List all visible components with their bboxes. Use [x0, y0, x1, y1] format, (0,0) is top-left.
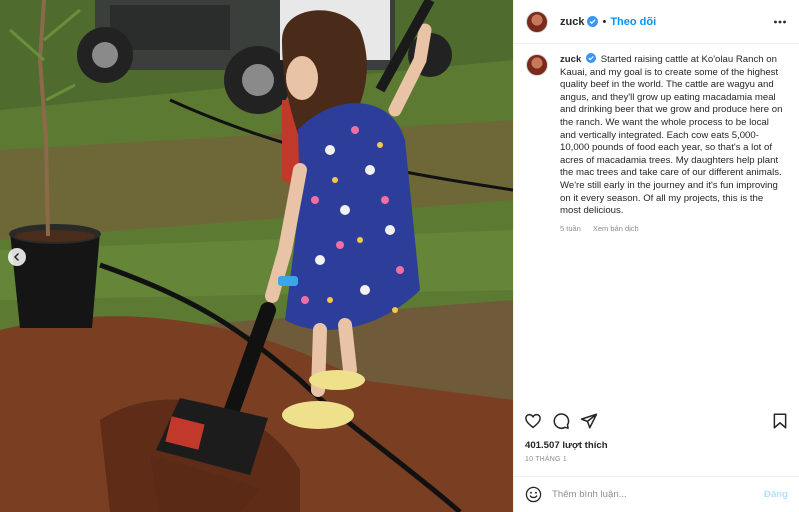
- verified-badge-icon: [586, 53, 597, 63]
- post-header: zuck • Theo dõi: [514, 0, 799, 44]
- post-photo[interactable]: [0, 0, 513, 512]
- previous-photo-button[interactable]: [8, 248, 26, 266]
- heart-icon[interactable]: [524, 412, 542, 430]
- bookmark-icon[interactable]: [771, 412, 789, 430]
- author-username[interactable]: zuck: [560, 16, 584, 28]
- author-avatar[interactable]: [526, 10, 548, 33]
- action-bar: [514, 404, 799, 438]
- post-date[interactable]: 10 THÁNG 1: [525, 456, 567, 463]
- chevron-left-icon: [13, 252, 20, 262]
- caption-text: Started raising cattle at Ko'olau Ranch …: [560, 54, 783, 217]
- like-count[interactable]: 401.507 lượt thích: [525, 440, 608, 451]
- caption-meta: 5 tuần Xem bản dịch: [560, 223, 785, 236]
- comment-icon[interactable]: [552, 412, 570, 430]
- post-age[interactable]: 5 tuần: [560, 223, 581, 236]
- caption-avatar[interactable]: [526, 54, 548, 76]
- photo-illustration: [0, 0, 513, 512]
- post-caption: zuck Started raising cattle at Ko'olau R…: [526, 53, 785, 235]
- translate-link[interactable]: Xem bản dịch: [593, 223, 639, 236]
- caption-body: zuck Started raising cattle at Ko'olau R…: [560, 53, 785, 235]
- caption-username[interactable]: zuck: [560, 54, 581, 65]
- post-comment-button[interactable]: Đăng: [764, 489, 788, 500]
- separator-dot: •: [602, 15, 607, 28]
- instagram-post-modal: zuck • Theo dõi zuck Started raising cat…: [0, 0, 799, 512]
- follow-button[interactable]: Theo dõi: [610, 16, 656, 28]
- verified-badge-icon: [587, 16, 599, 27]
- comment-bar: Đăng: [514, 476, 799, 512]
- more-options-icon[interactable]: [773, 15, 787, 29]
- emoji-icon[interactable]: [525, 486, 542, 503]
- share-icon[interactable]: [580, 412, 598, 430]
- post-details-panel: zuck • Theo dõi zuck Started raising cat…: [513, 0, 799, 512]
- comment-input[interactable]: [552, 489, 742, 500]
